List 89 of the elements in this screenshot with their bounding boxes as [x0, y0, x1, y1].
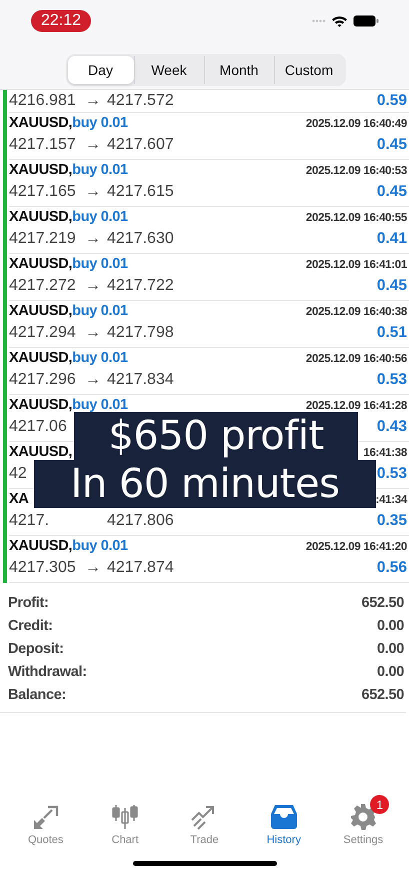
trade-profit: 0.45 — [376, 277, 407, 295]
summary-value: 652.50 — [361, 594, 404, 610]
summary-label: Credit: — [8, 618, 53, 634]
trade-time: 2025.12.09 16:41:01 — [306, 259, 407, 271]
close-price: 4217.722 — [107, 277, 174, 295]
trade-symbol: XAUUSD,buy 0.01 — [9, 209, 128, 225]
arrow-text: → — [85, 324, 102, 342]
close-price: 4217.572 — [107, 92, 174, 110]
open-price: 4217.06 — [9, 418, 68, 436]
arrow-text: → — [85, 92, 102, 110]
trade-time: 2025.12.09 16:40:38 — [306, 306, 407, 318]
open-price: 4217.296 — [9, 371, 77, 389]
trade-time: 2025.12.09 16:40:49 — [306, 118, 407, 130]
summary-label: Balance: — [8, 686, 66, 702]
summary-value: 0.00 — [376, 640, 404, 656]
status-time: 22:12 — [31, 10, 92, 32]
period-tab[interactable]: Month — [204, 56, 274, 84]
period-tab[interactable]: Day — [68, 56, 134, 84]
caption-text: $650 profit — [74, 412, 358, 460]
trade-symbol: XAUUSD,buy 0.01 — [9, 256, 128, 272]
close-price: 4217.607 — [107, 136, 174, 154]
open-price: 4217.305 — [9, 559, 77, 577]
wifi-icon — [331, 15, 348, 27]
close-price: 4217.615 — [107, 183, 174, 201]
trade-profit: 0.59 — [376, 92, 407, 110]
trade-profit: 0.53 — [376, 465, 407, 483]
trade-symbol: XAUUSD,buy 0.01 — [9, 538, 128, 554]
trade-profit: 0.45 — [376, 183, 407, 201]
open-price: 4216.981 — [9, 92, 77, 110]
summary-label: Deposit: — [8, 640, 64, 656]
trade-profit: 0.53 — [376, 371, 407, 389]
close-price: 4217.806 — [107, 512, 174, 530]
trade-symbol: XAUUSD, — [9, 444, 72, 460]
period-tab[interactable]: Week — [134, 56, 204, 84]
trade-time: :41:34 — [376, 494, 407, 506]
candlestick-icon — [111, 804, 140, 830]
tab-bar-item[interactable]: History — [248, 794, 319, 846]
trade-symbol: XAUUSD,buy 0.01 — [9, 350, 128, 366]
trade-time: 2025.12.09 16:41:28 — [306, 400, 407, 412]
trade-symbol: XAUUSD,buy 0.01 — [9, 162, 128, 178]
double-arrow-icon — [32, 804, 60, 830]
arrow-text: → — [85, 559, 102, 577]
battery-icon — [353, 15, 379, 27]
trade-time: 2025.12.09 16:40:53 — [306, 165, 407, 177]
summary-label: Withdrawal: — [8, 664, 87, 680]
trade-profit: 0.45 — [376, 136, 407, 154]
inbox-icon — [270, 804, 298, 830]
trade-time: 2025.12.09 16:40:55 — [306, 212, 407, 224]
trade-time: 2025.12.09 16:41:20 — [306, 541, 407, 553]
settings-icon — [349, 803, 378, 831]
summary-label: Profit: — [8, 594, 49, 610]
tab-bar-item[interactable]: Trade — [169, 794, 240, 846]
trade-symbol: XAUUSD,buy 0.01 — [9, 397, 128, 413]
close-price: 4217.874 — [107, 559, 174, 577]
trade-profit: 0.51 — [376, 324, 407, 342]
open-price: 4217.294 — [9, 324, 77, 342]
tab-bar-item[interactable]: 1 Settings — [328, 794, 398, 846]
arrow-text: → — [85, 230, 102, 248]
period-tab[interactable]: Custom — [274, 56, 344, 84]
tab-bar-item[interactable]: Chart — [90, 794, 160, 846]
summary-value: 652.50 — [361, 686, 404, 702]
arrow-text: → — [85, 183, 102, 201]
trade-profit: 0.43 — [376, 418, 407, 436]
open-price: 4217.165 — [9, 183, 77, 201]
trade-symbol: XA — [9, 491, 29, 507]
trade-time: 2025.12.09 16:40:56 — [306, 353, 407, 365]
arrow-text: → — [85, 371, 102, 389]
caption-text: In 60 minutes — [34, 460, 376, 508]
notification-badge: 1 — [370, 795, 390, 814]
trade-symbol: XAUUSD,buy 0.01 — [9, 303, 128, 319]
open-price: 4217.272 — [9, 277, 77, 295]
tab-bar-item[interactable]: Quotes — [10, 794, 81, 846]
open-price: 42 — [9, 465, 28, 483]
close-price: 4217.834 — [107, 371, 174, 389]
arrow-text: → — [85, 136, 102, 154]
close-price: 4217.630 — [107, 230, 174, 248]
open-price: 4217. — [9, 512, 50, 530]
open-price: 4217.219 — [9, 230, 77, 248]
trade-symbol: XAUUSD,buy 0.01 — [9, 115, 128, 131]
summary-value: 0.00 — [376, 618, 404, 634]
trade-time: 16:41:38 — [363, 447, 407, 459]
signal-icon — [312, 19, 326, 23]
close-price: 4217.798 — [107, 324, 174, 342]
trade-profit: 0.41 — [376, 230, 407, 248]
arrow-text: → — [85, 277, 102, 295]
open-price: 4217.157 — [9, 136, 77, 154]
trade-profit: 0.35 — [376, 512, 407, 530]
summary-value: 0.00 — [376, 664, 404, 680]
trade-profit: 0.56 — [376, 559, 407, 577]
